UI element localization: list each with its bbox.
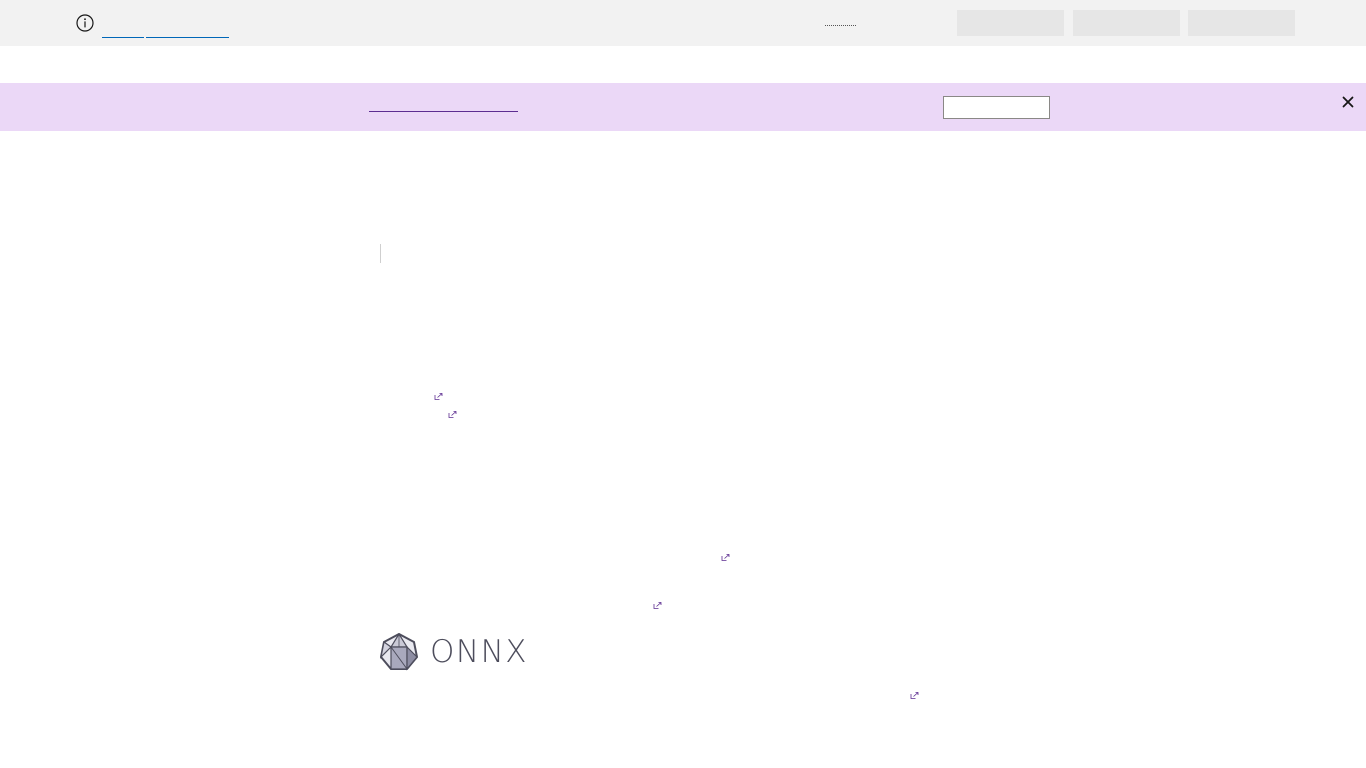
- dotted-link[interactable]: [825, 25, 856, 26]
- manage-cookies-button[interactable]: [1188, 10, 1295, 36]
- external-link-icon[interactable]: [910, 692, 919, 699]
- external-link-icon[interactable]: [653, 602, 662, 609]
- privacy-link[interactable]: [102, 37, 144, 38]
- logo-text: ONNX: [430, 634, 529, 670]
- info-icon: [76, 14, 94, 32]
- close-icon[interactable]: [1339, 93, 1357, 111]
- text-cursor: [380, 244, 381, 263]
- external-link-icon[interactable]: [434, 393, 443, 400]
- announcement-banner: [0, 83, 1366, 131]
- banner-button[interactable]: [943, 96, 1050, 119]
- external-link-icon[interactable]: [721, 554, 730, 561]
- accept-button[interactable]: [957, 10, 1064, 36]
- onnx-logo: ONNX: [380, 632, 528, 672]
- top-consent-bar: [0, 0, 1366, 46]
- banner-link[interactable]: [369, 111, 518, 112]
- external-link-icon[interactable]: [448, 411, 457, 418]
- onnx-logo-mark: [380, 633, 418, 671]
- reject-button[interactable]: [1073, 10, 1180, 36]
- privacy-statement-link[interactable]: [146, 37, 229, 38]
